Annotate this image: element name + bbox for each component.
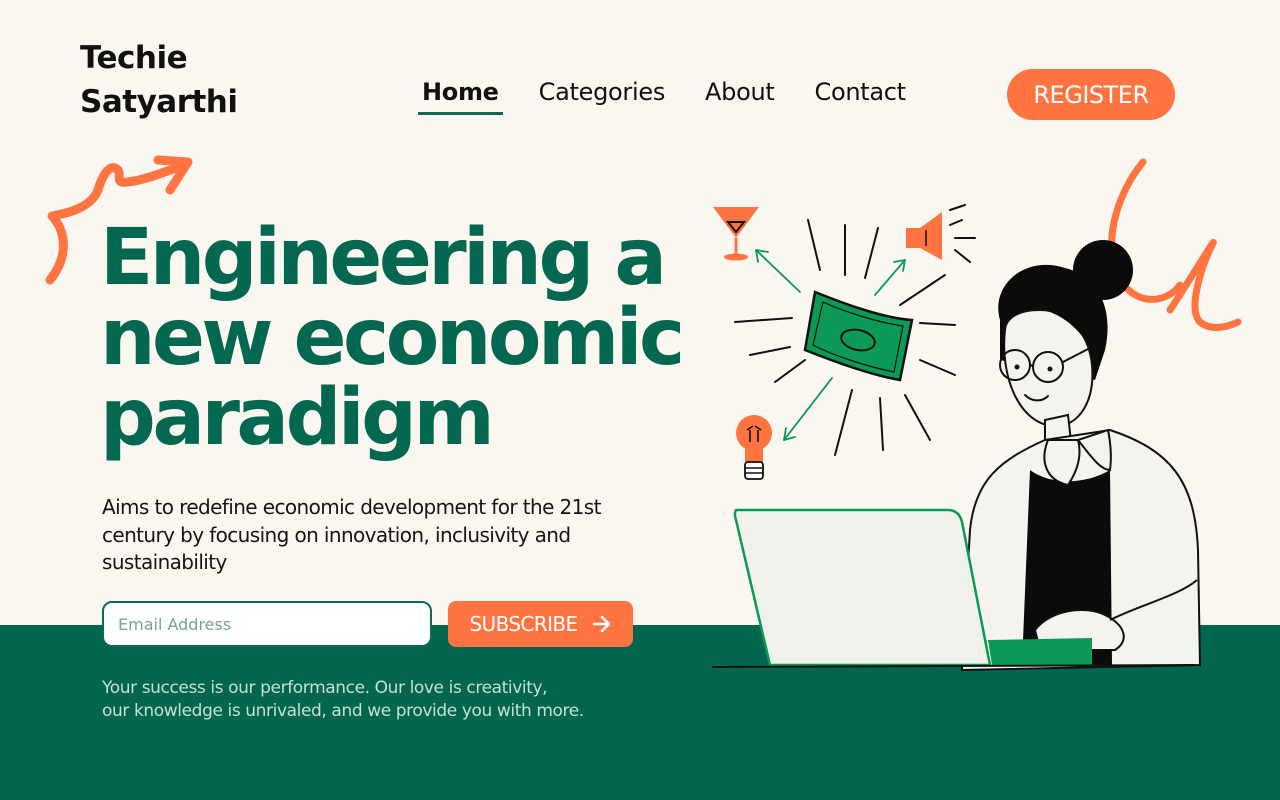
nav-contact[interactable]: Contact bbox=[811, 78, 910, 112]
banknote-icon bbox=[803, 290, 914, 382]
brand-logo[interactable]: Techie Satyarthi bbox=[80, 36, 280, 124]
register-button[interactable]: REGISTER bbox=[1007, 69, 1175, 120]
tagline-line-1: Your success is our performance. Our lov… bbox=[102, 678, 548, 698]
martini-glass-icon bbox=[713, 207, 759, 261]
arrow-right-icon bbox=[592, 615, 610, 633]
nav-home[interactable]: Home bbox=[418, 78, 503, 115]
tagline-line-2: our knowledge is unrivaled, and we provi… bbox=[102, 700, 584, 721]
nav-categories[interactable]: Categories bbox=[535, 78, 669, 112]
hero-headline: Engineering a new economic paradigm bbox=[100, 218, 700, 458]
nav-about[interactable]: About bbox=[701, 78, 778, 112]
hero-illustration bbox=[711, 158, 1242, 672]
brand-line-2: Satyarthi bbox=[80, 84, 238, 120]
headline-line-2: new economic bbox=[100, 293, 685, 383]
brand-line-1: Techie bbox=[80, 40, 188, 76]
lightbulb-icon bbox=[736, 415, 772, 480]
subscribe-button[interactable]: SUBSCRIBE bbox=[448, 601, 633, 647]
main-nav: Home Categories About Contact bbox=[418, 78, 910, 122]
megaphone-icon bbox=[906, 212, 942, 260]
headline-line-1: Engineering a bbox=[100, 213, 667, 303]
subscribe-label: SUBSCRIBE bbox=[469, 612, 578, 636]
person-figure bbox=[960, 240, 1202, 672]
hero-description: Aims to redefine economic development fo… bbox=[102, 495, 601, 574]
email-input[interactable] bbox=[102, 601, 432, 647]
headline-line-3: paradigm bbox=[100, 373, 495, 463]
footer-tagline: Your success is our performance. Our lov… bbox=[102, 677, 662, 722]
